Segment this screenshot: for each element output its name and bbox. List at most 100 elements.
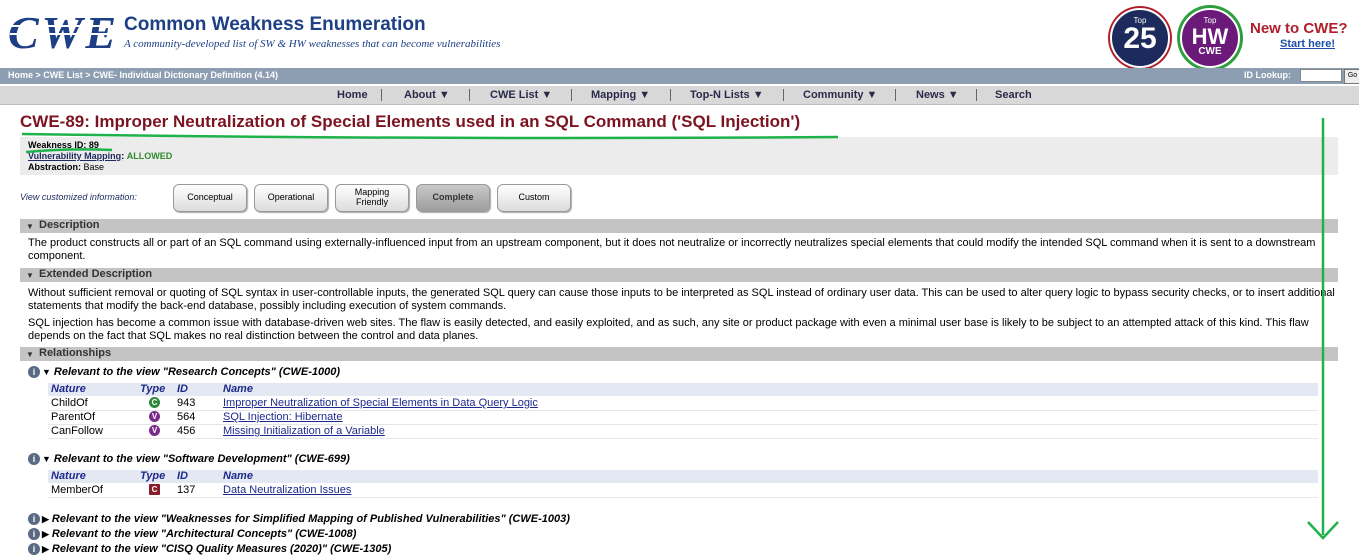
- nav-search[interactable]: Search: [995, 89, 1032, 101]
- abstraction-value: Base: [83, 162, 105, 172]
- id-lookup-label: ID Lookup:: [1244, 70, 1291, 80]
- variant-type-icon: V: [149, 425, 160, 436]
- view-conceptual-button[interactable]: Conceptual: [173, 184, 247, 212]
- vulnerability-mapping-line: Vulnerability Mapping: ALLOWED: [28, 151, 173, 161]
- row-id: 137: [177, 484, 196, 496]
- nav-divider: [976, 89, 977, 101]
- description-heading: Description: [39, 219, 100, 231]
- table-header: Nature Type ID Name: [48, 383, 1318, 396]
- nav-divider: [783, 89, 784, 101]
- col-type: Type: [140, 470, 166, 482]
- page-title: CWE-89: Improper Neutralization of Speci…: [20, 112, 801, 131]
- expand-triangle-icon: ▶: [42, 528, 49, 539]
- col-id: ID: [177, 383, 188, 395]
- col-name: Name: [223, 383, 253, 395]
- col-name: Name: [223, 470, 253, 482]
- nav-divider: [670, 89, 671, 101]
- row-name-link[interactable]: Missing Initialization of a Variable: [223, 425, 385, 437]
- nav-home[interactable]: Home: [337, 89, 368, 101]
- nav-top-n-lists[interactable]: Top-N Lists ▼: [690, 89, 764, 101]
- view-mapping-friendly-button[interactable]: Mapping Friendly: [335, 184, 409, 212]
- site-title[interactable]: Common Weakness Enumeration: [124, 14, 426, 36]
- view-research-concepts[interactable]: i ▼ Relevant to the view "Research Concept…: [28, 366, 340, 379]
- site-tagline: A community-developed list of SW & HW we…: [124, 38, 501, 50]
- breadcrumb-bar: Home > CWE List > CWE- Individual Dictio…: [0, 68, 1359, 84]
- site-header: CWE Common Weakness Enumeration A commun…: [0, 0, 1359, 68]
- relationships-section-header[interactable]: ▼ Relationships: [20, 347, 1338, 361]
- info-icon[interactable]: i: [28, 453, 40, 466]
- table-row: ParentOf V 564 SQL Injection: Hibernate: [48, 411, 1318, 425]
- table-header: Nature Type ID Name: [48, 470, 1318, 483]
- view-custom-button[interactable]: Custom: [497, 184, 571, 212]
- view-complete-button[interactable]: Complete: [416, 184, 490, 212]
- weakness-id-line: Weakness ID: 89: [28, 140, 99, 150]
- view-software-label: Relevant to the view "Software Developme…: [53, 453, 350, 465]
- view-complete-label: Complete: [432, 192, 474, 202]
- row-nature: CanFollow: [51, 425, 103, 437]
- badge-number: 25: [1123, 22, 1157, 55]
- view-custom-label: Custom: [518, 192, 550, 202]
- view-operational-label: Operational: [267, 192, 315, 202]
- nav-community[interactable]: Community ▼: [803, 89, 877, 101]
- breadcrumb[interactable]: Home > CWE List > CWE- Individual Dictio…: [8, 70, 278, 80]
- extended-description-section-header[interactable]: ▼ Extended Description: [20, 268, 1338, 282]
- nav-divider: [895, 89, 896, 101]
- nav-divider: [469, 89, 470, 101]
- extended-description-text-2: SQL injection has become a common issue …: [28, 317, 1309, 342]
- abstraction-line: Abstraction: Base: [28, 162, 104, 172]
- category-type-icon: C: [149, 484, 160, 495]
- table-row: ChildOf C 943 Improper Neutralization of…: [48, 397, 1318, 411]
- top-hw-badge[interactable]: Top HW CWE: [1180, 8, 1240, 68]
- top25-badge[interactable]: Top 25: [1110, 8, 1170, 68]
- extended-description-text-1: Without sufficient removal or quoting of…: [28, 287, 1335, 312]
- row-name-link[interactable]: SQL Injection: Hibernate: [223, 411, 342, 423]
- view-cisq-quality[interactable]: i ▶ Relevant to the view "CISQ Quality Mea…: [28, 543, 391, 556]
- info-icon[interactable]: i: [28, 528, 40, 541]
- nav-cwe-list[interactable]: CWE List ▼: [490, 89, 552, 101]
- info-icon[interactable]: i: [28, 366, 40, 379]
- expand-triangle-icon: ▶: [42, 543, 49, 554]
- view-mapping-label: Mapping: [354, 187, 390, 197]
- badge-hw-cwe-label: CWE: [1198, 46, 1222, 57]
- view-software-development[interactable]: i ▼ Relevant to the view "Software Develop…: [28, 453, 350, 466]
- start-here-link[interactable]: Start here!: [1280, 38, 1335, 50]
- collapse-triangle-icon: ▼: [26, 350, 34, 359]
- view-simplified-label: Relevant to the view "Weaknesses for Sim…: [51, 513, 570, 525]
- description-section-header[interactable]: ▼ Description: [20, 219, 1338, 233]
- info-icon[interactable]: i: [28, 513, 40, 526]
- id-lookup-go-button[interactable]: Go: [1344, 69, 1359, 84]
- view-customized-label: View customized information:: [20, 192, 137, 202]
- row-id: 564: [177, 411, 196, 423]
- nav-news[interactable]: News ▼: [916, 89, 959, 101]
- nav-divider: [381, 89, 382, 101]
- row-name-link[interactable]: Data Neutralization Issues: [223, 484, 351, 496]
- row-nature: MemberOf: [51, 484, 103, 496]
- info-icon[interactable]: i: [28, 543, 40, 556]
- weakness-id-label: Weakness ID:: [28, 140, 87, 150]
- expand-triangle-icon: ▼: [42, 367, 51, 378]
- vulnerability-mapping-link[interactable]: Vulnerability Mapping: [28, 151, 121, 161]
- expand-triangle-icon: ▼: [42, 454, 51, 465]
- nav-mapping[interactable]: Mapping ▼: [591, 89, 650, 101]
- table-row: MemberOf C 137 Data Neutralization Issue…: [48, 484, 1318, 498]
- description-text: The product constructs all or part of an…: [28, 237, 1316, 262]
- col-nature: Nature: [51, 383, 86, 395]
- main-nav: Home About ▼ CWE List ▼ Mapping ▼ Top-N …: [0, 86, 1359, 105]
- id-lookup-input[interactable]: [1300, 69, 1342, 82]
- view-operational-button[interactable]: Operational: [254, 184, 328, 212]
- weakness-meta: Weakness ID: 89 Vulnerability Mapping: A…: [20, 137, 1338, 175]
- abstraction-label: Abstraction:: [28, 162, 82, 172]
- view-architectural-concepts[interactable]: i ▶ Relevant to the view "Architectural Co…: [28, 528, 356, 541]
- col-nature: Nature: [51, 470, 86, 482]
- col-id: ID: [177, 470, 188, 482]
- row-id: 456: [177, 425, 196, 437]
- nav-about[interactable]: About ▼: [404, 89, 450, 101]
- view-simplified-mapping[interactable]: i ▶ Relevant to the view "Weaknesses for S…: [28, 513, 570, 526]
- new-to-cwe-heading: New to CWE?: [1250, 20, 1348, 37]
- nav-divider: [571, 89, 572, 101]
- row-id: 943: [177, 397, 196, 409]
- row-name-link[interactable]: Improper Neutralization of Special Eleme…: [223, 397, 538, 409]
- row-nature: ChildOf: [51, 397, 88, 409]
- variant-type-icon: V: [149, 411, 160, 422]
- cwe-logo[interactable]: CWE: [6, 8, 118, 58]
